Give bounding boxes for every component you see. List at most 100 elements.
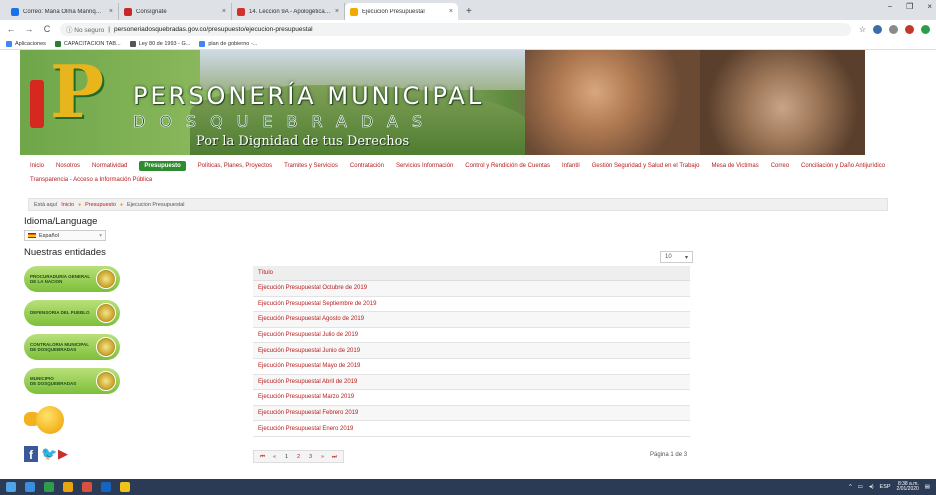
- menu-item-inicio[interactable]: Inicio: [30, 163, 44, 171]
- bookmark-item[interactable]: CAPACITACION TAB...: [54, 40, 121, 47]
- tray-chevron-icon[interactable]: ^: [849, 484, 852, 490]
- taskbar-app-icon[interactable]: [25, 482, 35, 492]
- taskbar-app-icon[interactable]: [44, 482, 54, 492]
- taskbar-app-icon[interactable]: [120, 482, 130, 492]
- close-icon[interactable]: ×: [222, 8, 226, 15]
- menu-item-politicas[interactable]: Políticas, Planes, Proyectos: [198, 163, 272, 171]
- browser-tab-strip: Correo: Maria Olma Manrique N × Consígna…: [0, 0, 936, 20]
- facebook-icon[interactable]: f: [24, 446, 38, 462]
- taskbar-app-icon[interactable]: [63, 482, 73, 492]
- security-indicator[interactable]: ⓘ No seguro: [66, 24, 104, 34]
- network-icon[interactable]: ▭: [858, 484, 863, 490]
- extension-icon[interactable]: [905, 24, 914, 34]
- bookmark-apps[interactable]: Aplicaciones: [6, 40, 46, 47]
- browser-tab-active[interactable]: Ejecucion Presupuestal ×: [345, 3, 458, 20]
- taskbar-app-icon[interactable]: [101, 482, 111, 492]
- menu-item-normatividad[interactable]: Normatividad: [92, 163, 127, 171]
- table-row[interactable]: Ejecución Presupuestal Marzo 2019: [253, 390, 690, 406]
- last-page-button[interactable]: ⏭: [329, 452, 340, 462]
- menu-item-servicios[interactable]: Servicios Información: [396, 163, 453, 171]
- table-row[interactable]: Ejecución Presupuestal Julio de 2019: [253, 328, 690, 344]
- close-icon[interactable]: ×: [449, 8, 453, 15]
- first-page-button[interactable]: ⏮: [257, 452, 268, 462]
- table-row[interactable]: Ejecución Presupuestal Octubre de 2019: [253, 281, 690, 297]
- extension-icon[interactable]: [889, 24, 898, 34]
- menu-item-nosotros[interactable]: Nosotros: [56, 163, 80, 171]
- youtube-favicon-icon: [237, 7, 245, 16]
- bookmark-item[interactable]: plan de gobierno -...: [199, 40, 257, 47]
- menu-item-victimas[interactable]: Mesa de Victimas: [711, 163, 758, 171]
- entity-label: DE LA NACION: [30, 279, 63, 284]
- menu-item-contratacion[interactable]: Contratación: [350, 163, 384, 171]
- taskbar-app-icon[interactable]: [82, 482, 92, 492]
- browser-tab[interactable]: Consígnate ×: [119, 3, 232, 20]
- table-row[interactable]: Ejecución Presupuestal Abril de 2019: [253, 374, 690, 391]
- windows-taskbar: ^ ▭ ◂) ESP 8:38 a.m. 2/01/2020 ▤: [0, 479, 936, 495]
- volume-icon[interactable]: ◂): [869, 484, 874, 490]
- table-row[interactable]: Ejecución Presupuestal Febrero 2019: [253, 405, 690, 422]
- extension-icon[interactable]: [873, 24, 882, 34]
- language-heading: Idioma/Language: [24, 216, 98, 227]
- entity-municipio-link[interactable]: MUNICIPIO DE DOSQUEBRADAS: [24, 368, 120, 394]
- breadcrumb-link-inicio[interactable]: Inicio: [61, 202, 74, 208]
- page-button-current[interactable]: 1: [281, 452, 292, 462]
- table-row[interactable]: Ejecución Presupuestal Agosto de 2019: [253, 312, 690, 328]
- twitter-icon[interactable]: 🐦: [41, 447, 57, 461]
- banner-photo-children: [525, 50, 700, 155]
- table-row[interactable]: Ejecución Presupuestal Septiembre de 201…: [253, 297, 690, 313]
- forward-button[interactable]: →: [24, 24, 34, 34]
- menu-item-infantil[interactable]: Infantil: [562, 163, 580, 171]
- input-language[interactable]: ESP: [880, 484, 891, 490]
- start-button-icon[interactable]: [6, 482, 16, 492]
- entity-contraloria-link[interactable]: CONTRALORIA MUNICIPAL DE DOSQUEBRADAS: [24, 334, 120, 360]
- table-row[interactable]: Ejecución Presupuestal Enero 2019: [253, 421, 690, 437]
- bookmark-label: CAPACITACION TAB...: [63, 40, 121, 47]
- page-size-select[interactable]: 10 ▾: [660, 251, 693, 263]
- banner-subtitle: DOSQUEBRADAS: [133, 112, 437, 132]
- minimize-button[interactable]: −: [887, 2, 892, 11]
- address-bar-row: ← → C ⓘ No seguro | personeriadosquebrad…: [0, 20, 936, 38]
- notifications-icon[interactable]: ▤: [925, 484, 930, 490]
- next-page-button[interactable]: »: [317, 452, 328, 462]
- menu-item-transparencia[interactable]: Transparencia - Acceso a Información Púb…: [30, 177, 152, 183]
- menu-item-control[interactable]: Control y Rendición de Cuentas: [465, 163, 550, 171]
- entity-defensoria-link[interactable]: DEFENSORIA DEL PUEBLO: [24, 300, 120, 326]
- bookmark-star-icon[interactable]: ☆: [859, 25, 866, 34]
- reload-button[interactable]: C: [42, 24, 52, 34]
- prev-page-button[interactable]: «: [269, 452, 280, 462]
- new-tab-button[interactable]: +: [458, 3, 480, 20]
- language-select[interactable]: Español ▾: [24, 230, 106, 241]
- spain-flag-icon: [28, 233, 36, 238]
- page-button[interactable]: 2: [293, 452, 304, 462]
- table-row[interactable]: Ejecución Presupuestal Junio de 2019: [253, 343, 690, 359]
- close-icon[interactable]: ×: [335, 8, 339, 15]
- entity-procuraduria-link[interactable]: PROCURADURIA GENERAL DE LA NACION: [24, 266, 120, 292]
- menu-item-seguridad[interactable]: Gestión Seguridad y Salud en el Trabajo: [592, 163, 700, 171]
- menu-item-tramites[interactable]: Tramites y Servicios: [284, 163, 338, 171]
- page-button[interactable]: 3: [305, 452, 316, 462]
- breadcrumb-link-presupuesto[interactable]: Presupuesto: [85, 202, 116, 208]
- tab-title: Correo: Maria Olma Manrique N: [23, 8, 105, 15]
- url-input[interactable]: ⓘ No seguro | personeriadosquebradas.gov…: [60, 22, 851, 36]
- pagination: ⏮ « 1 2 3 » ⏭: [253, 450, 344, 463]
- close-icon[interactable]: ×: [109, 8, 113, 15]
- tab-title: 14. Lección 9A - Apologética (Fo: [249, 8, 331, 15]
- browser-tab[interactable]: Correo: Maria Olma Manrique N ×: [6, 3, 119, 20]
- table-row[interactable]: Ejecución Presupuestal Mayo de 2019: [253, 359, 690, 375]
- table-header-title[interactable]: Título: [253, 266, 690, 281]
- profile-avatar-icon[interactable]: [921, 24, 930, 34]
- system-tray: ^ ▭ ◂) ESP 8:38 a.m. 2/01/2020 ▤: [849, 481, 930, 493]
- menu-item-conciliacion[interactable]: Conciliación y Daño Antijurídico: [801, 163, 885, 171]
- back-button[interactable]: ←: [6, 24, 16, 34]
- maximize-button[interactable]: ❐: [906, 2, 913, 11]
- menu-item-correo[interactable]: Correo: [771, 163, 789, 171]
- menu-item-presupuesto[interactable]: Presupuesto: [139, 161, 186, 171]
- bookmarks-bar: Aplicaciones CAPACITACION TAB... Ley 80 …: [0, 38, 936, 50]
- youtube-icon[interactable]: ▶: [58, 447, 74, 461]
- bookmark-item[interactable]: Ley 80 de 1993 - G...: [129, 40, 190, 47]
- entities-heading: Nuestras entidades: [24, 247, 106, 258]
- browser-tab[interactable]: 14. Lección 9A - Apologética (Fo ×: [232, 3, 345, 20]
- close-window-button[interactable]: ×: [927, 2, 932, 11]
- clock[interactable]: 8:38 a.m. 2/01/2020: [897, 481, 919, 493]
- logo-i-mark: [30, 80, 44, 128]
